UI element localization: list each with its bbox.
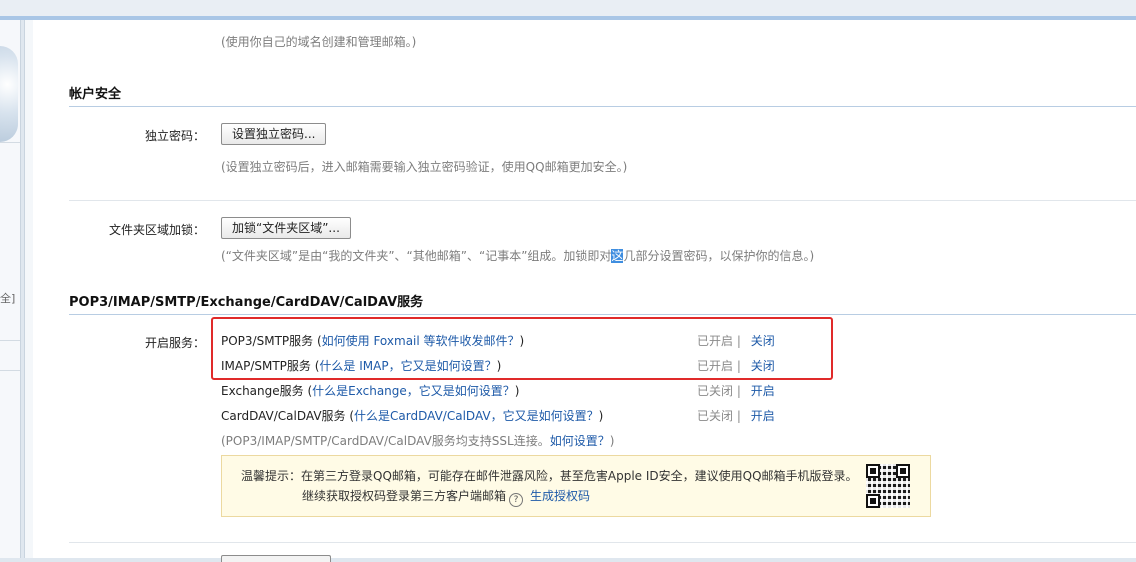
separator: |: [736, 384, 741, 398]
service-help-link[interactable]: 什么是CardDAV/CalDAV，它又是如何设置？: [354, 409, 599, 423]
set-independent-password-button[interactable]: 设置独立密码...: [221, 123, 327, 145]
warm-tip-box: 温馨提示：在第三方登录QQ邮箱，可能存在邮件泄露风险，甚至危害Apple ID安…: [221, 455, 931, 517]
settings-content: (使用你自己的域名创建和管理邮箱。) 帐户安全 独立密码： 设置独立密码... …: [24, 20, 1136, 562]
independent-password-hint: (设置独立密码后，进入邮箱需要输入独立密码验证，使用QQ邮箱更加安全。): [221, 160, 628, 174]
service-toggle-link[interactable]: 开启: [751, 409, 775, 423]
avatar: [0, 46, 18, 142]
section-line: [69, 314, 1136, 315]
sidebar-divider: [0, 142, 20, 143]
paren: (: [303, 384, 313, 398]
paren: ): [519, 334, 525, 348]
partial-button[interactable]: [221, 555, 331, 562]
service-row-pop3: POP3/SMTP服务 (如何使用 Foxmail 等软件收发邮件？): [221, 332, 524, 349]
paren: ): [514, 384, 520, 398]
section-title-account-security: 帐户安全: [69, 87, 122, 102]
paren: (: [313, 334, 322, 348]
ssl-how-to-link[interactable]: 如何设置？: [550, 434, 610, 448]
service-row-exchange: Exchange服务 (什么是Exchange，它又是如何设置？): [221, 382, 519, 399]
left-sidebar: 全]: [0, 20, 21, 558]
lock-folder-area-button[interactable]: 加锁“文件夹区域”...: [221, 217, 351, 239]
service-row-imap: IMAP/SMTP服务 (什么是 IMAP，它又是如何设置？): [221, 357, 501, 374]
service-name: IMAP/SMTP服务: [221, 359, 311, 373]
paren: ): [598, 409, 604, 423]
folder-lock-label: 文件夹区域加锁：: [108, 223, 205, 237]
service-toggle-link[interactable]: 关闭: [751, 334, 775, 348]
service-status-carddav: 已关闭 | 开启: [697, 407, 775, 424]
sidebar-divider: [0, 370, 20, 371]
service-status: 已关闭: [697, 384, 734, 398]
service-help-link[interactable]: 什么是 IMAP，它又是如何设置？: [319, 359, 496, 373]
separator: |: [736, 359, 741, 373]
service-name: POP3/SMTP服务: [221, 334, 314, 348]
paren: ): [609, 434, 615, 448]
service-row-carddav: CardDAV/CalDAV服务 (什么是CardDAV/CalDAV，它又是如…: [221, 407, 603, 424]
service-name: Exchange服务: [221, 384, 304, 398]
service-status-exchange: 已关闭 | 开启: [697, 382, 775, 399]
folder-lock-hint-text-end: 几部分设置密码，以保护你的信息。): [623, 249, 815, 263]
domain-hint: (使用你自己的域名创建和管理邮箱。): [221, 35, 417, 49]
independent-password-label: 独立密码：: [144, 129, 205, 143]
qr-code-icon[interactable]: [866, 464, 910, 508]
help-icon[interactable]: ?: [509, 493, 524, 507]
ssl-note: (POP3/IMAP/SMTP/CardDAV/CalDAV服务均支持SSL连接…: [221, 432, 614, 449]
selected-text: 这: [611, 249, 624, 263]
generate-auth-code-link[interactable]: 生成授权码: [530, 489, 590, 503]
paren: ): [496, 359, 502, 373]
top-bar: [0, 0, 1136, 20]
tip-line-2-text: 继续获取授权码登录第三方客户端邮箱: [302, 489, 507, 503]
service-toggle-link[interactable]: 关闭: [751, 359, 775, 373]
qr-finder: [866, 494, 880, 508]
service-status-imap: 已开启 | 关闭: [697, 357, 775, 374]
tip-line-1: 温馨提示：在第三方登录QQ邮箱，可能存在邮件泄露风险，甚至危害Apple ID安…: [241, 469, 858, 483]
service-status: 已开启: [697, 359, 734, 373]
separator: |: [736, 409, 741, 423]
ssl-note-text: (POP3/IMAP/SMTP/CardDAV/CalDAV服务均支持SSL连接…: [221, 434, 550, 448]
folder-lock-hint-text: (“文件夹区域”是由“我的文件夹”、“其他邮箱”、“记事本”组成。加锁即对: [221, 249, 612, 263]
qr-finder: [866, 464, 880, 478]
section-line: [69, 106, 1136, 107]
sidebar-truncated-text: 全]: [0, 292, 16, 305]
service-status: 已关闭: [697, 409, 734, 423]
service-status: 已开启: [697, 334, 734, 348]
service-status-pop3: 已开启 | 关闭: [697, 332, 775, 349]
folder-lock-hint: (“文件夹区域”是由“我的文件夹”、“其他邮箱”、“记事本”组成。加锁即对这几部…: [221, 247, 814, 264]
qr-finder: [896, 464, 910, 478]
service-toggle-link[interactable]: 开启: [751, 384, 775, 398]
service-help-link[interactable]: 什么是Exchange，它又是如何设置？: [312, 384, 515, 398]
paren: (: [345, 409, 355, 423]
separator: |: [736, 334, 741, 348]
service-help-link[interactable]: 如何使用 Foxmail 等软件收发邮件？: [322, 334, 520, 348]
sidebar-divider: [0, 340, 20, 341]
tip-line-2: 继续获取授权码登录第三方客户端邮箱? 生成授权码: [302, 487, 590, 507]
service-name: CardDAV/CalDAV服务: [221, 409, 346, 423]
row-divider: [69, 200, 1136, 201]
content-gutter: [25, 20, 33, 558]
enable-services-label: 开启服务：: [144, 336, 205, 350]
section-title-services: POP3/IMAP/SMTP/Exchange/CardDAV/CalDAV服务: [69, 295, 424, 310]
row-divider: [69, 542, 1136, 543]
